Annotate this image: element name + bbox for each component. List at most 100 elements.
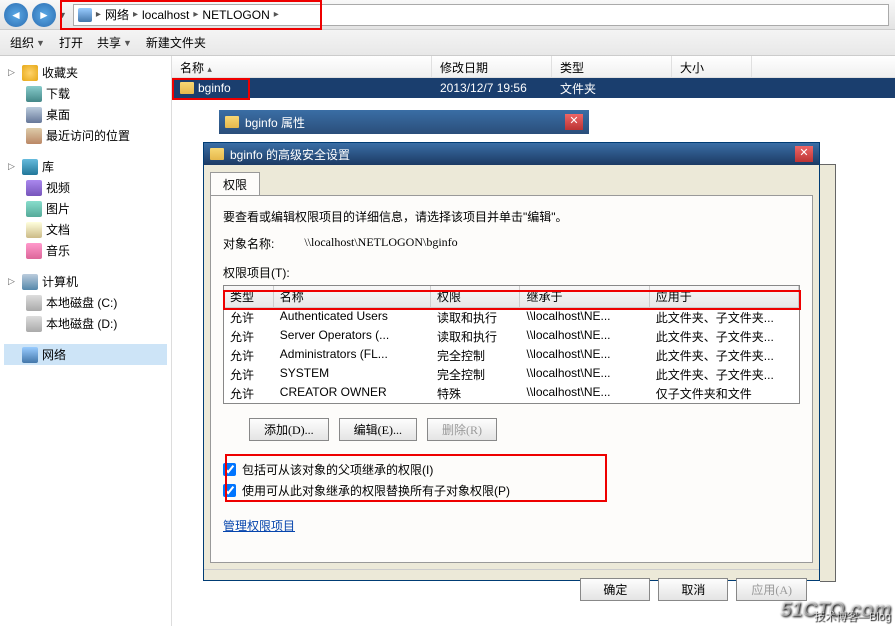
permission-cell: 允许 — [224, 346, 274, 365]
permission-cell: Server Operators (... — [274, 327, 431, 346]
network-icon — [22, 347, 38, 363]
permission-cell: \\localhost\NE... — [520, 365, 649, 384]
edit-button[interactable]: 编辑(E)... — [339, 418, 417, 441]
open-button[interactable]: 打开 — [59, 34, 83, 51]
breadcrumb-seg[interactable]: localhost — [142, 8, 189, 22]
folder-icon — [210, 148, 224, 160]
dialog-footer: 确定 取消 应用(A) — [204, 569, 819, 609]
desktop-icon — [26, 107, 42, 123]
col-date[interactable]: 修改日期 — [432, 56, 552, 77]
checkbox-inherit[interactable] — [223, 463, 236, 476]
dialog-body: 要查看或编辑权限项目的详细信息，请选择该项目并单击"编辑"。 对象名称: \\l… — [210, 195, 813, 563]
permission-cell: 完全控制 — [431, 365, 521, 384]
permission-cell: Authenticated Users — [274, 308, 431, 327]
add-button[interactable]: 添加(D)... — [249, 418, 329, 441]
titlebar[interactable]: bginfo 的高级安全设置 ✕ — [204, 143, 819, 165]
permission-cell: 特殊 — [431, 384, 521, 403]
permission-cell: 允许 — [224, 327, 274, 346]
nav-tree: ▷收藏夹 下载 桌面 最近访问的位置 ▷库 视频 图片 文档 音乐 ▷计算机 本… — [0, 56, 172, 626]
nav-desktop[interactable]: 桌面 — [4, 104, 167, 125]
star-icon — [22, 65, 38, 81]
folder-icon — [225, 116, 239, 128]
permission-cell: 仅子文件夹和文件 — [650, 384, 799, 403]
close-button[interactable]: ✕ — [795, 146, 813, 162]
tab-strip: 权限 — [204, 165, 819, 195]
nav-favorites[interactable]: ▷收藏夹 — [4, 62, 167, 83]
video-icon — [26, 180, 42, 196]
permission-cell: 读取和执行 — [431, 327, 521, 346]
permission-cell: 允许 — [224, 365, 274, 384]
address-bar[interactable]: ▸ 网络 ▸ localhost ▸ NETLOGON ▸ — [73, 4, 889, 26]
breadcrumb-seg[interactable]: 网络 — [105, 6, 129, 23]
permission-row[interactable]: 允许Authenticated Users读取和执行\\localhost\NE… — [224, 308, 799, 327]
col-applies[interactable]: 应用于 — [650, 286, 799, 307]
permission-row[interactable]: 允许Server Operators (...读取和执行\\localhost\… — [224, 327, 799, 346]
music-icon — [26, 243, 42, 259]
cancel-button[interactable]: 取消 — [658, 578, 728, 601]
permission-cell: \\localhost\NE... — [520, 384, 649, 403]
nav-libraries[interactable]: ▷库 — [4, 156, 167, 177]
permission-cell: 此文件夹、子文件夹... — [650, 308, 799, 327]
nav-disk-d[interactable]: 本地磁盘 (D:) — [4, 313, 167, 334]
picture-icon — [26, 201, 42, 217]
nav-documents[interactable]: 文档 — [4, 219, 167, 240]
ok-button[interactable]: 确定 — [580, 578, 650, 601]
document-icon — [26, 222, 42, 238]
permission-cell: Administrators (FL... — [274, 346, 431, 365]
explorer-toolbar: 组织▼ 打开 共享▼ 新建文件夹 — [0, 30, 895, 56]
file-row-selected[interactable]: bginfo 2013/12/7 19:56 文件夹 — [172, 78, 895, 98]
nav-pictures[interactable]: 图片 — [4, 198, 167, 219]
col-inherited[interactable]: 继承于 — [520, 286, 649, 307]
disk-icon — [26, 295, 42, 311]
recent-icon — [26, 128, 42, 144]
intro-text: 要查看或编辑权限项目的详细信息，请选择该项目并单击"编辑"。 — [223, 208, 800, 225]
nav-videos[interactable]: 视频 — [4, 177, 167, 198]
inherit-checkbox[interactable]: 包括可从该对象的父项继承的权限(I) — [223, 461, 800, 478]
nav-recent[interactable]: 最近访问的位置 — [4, 125, 167, 146]
permission-row[interactable]: 允许SYSTEM完全控制\\localhost\NE...此文件夹、子文件夹..… — [224, 365, 799, 384]
properties-dialog: bginfo 属性 ✕ — [219, 110, 589, 140]
breadcrumb-seg[interactable]: NETLOGON — [202, 8, 269, 22]
delete-button[interactable]: 删除(R) — [427, 418, 497, 441]
permission-row[interactable]: 允许CREATOR OWNER特殊\\localhost\NE...仅子文件夹和… — [224, 384, 799, 403]
permissions-table: 类型 名称 权限 继承于 应用于 允许Authenticated Users读取… — [223, 285, 800, 404]
permission-items-label: 权限项目(T): — [223, 264, 800, 281]
permission-cell: SYSTEM — [274, 365, 431, 384]
col-name[interactable]: 名称 — [274, 286, 431, 307]
organize-menu[interactable]: 组织▼ — [10, 34, 45, 51]
nav-music[interactable]: 音乐 — [4, 240, 167, 261]
permission-cell: 此文件夹、子文件夹... — [650, 327, 799, 346]
permission-cell: 此文件夹、子文件夹... — [650, 346, 799, 365]
history-dropdown-icon[interactable]: ▼ — [58, 10, 67, 20]
col-permission[interactable]: 权限 — [431, 286, 521, 307]
titlebar[interactable]: bginfo 属性 ✕ — [219, 110, 589, 134]
nav-network[interactable]: 网络 — [4, 344, 167, 365]
disk-icon — [26, 316, 42, 332]
background-dialog-edge — [820, 164, 836, 582]
forward-button[interactable]: ► — [32, 3, 56, 27]
share-menu[interactable]: 共享▼ — [97, 34, 132, 51]
manage-permissions-link[interactable]: 管理权限项目 — [223, 517, 295, 534]
col-name[interactable]: 名称 ▴ — [172, 56, 432, 77]
object-name-label: 对象名称: — [223, 235, 274, 252]
back-button[interactable]: ◄ — [4, 3, 28, 27]
nav-disk-c[interactable]: 本地磁盘 (C:) — [4, 292, 167, 313]
checkbox-replace[interactable] — [223, 484, 236, 497]
permission-cell: 此文件夹、子文件夹... — [650, 365, 799, 384]
permission-row[interactable]: 允许Administrators (FL...完全控制\\localhost\N… — [224, 346, 799, 365]
col-size[interactable]: 大小 — [672, 56, 752, 77]
replace-checkbox[interactable]: 使用可从此对象继承的权限替换所有子对象权限(P) — [223, 482, 800, 499]
permission-cell: 完全控制 — [431, 346, 521, 365]
col-type[interactable]: 类型 — [552, 56, 672, 77]
computer-icon — [22, 274, 38, 290]
col-type[interactable]: 类型 — [224, 286, 274, 307]
apply-button[interactable]: 应用(A) — [736, 578, 807, 601]
dialog-title: bginfo 属性 — [245, 114, 305, 131]
permission-cell: 读取和执行 — [431, 308, 521, 327]
nav-downloads[interactable]: 下载 — [4, 83, 167, 104]
column-headers: 名称 ▴ 修改日期 类型 大小 — [172, 56, 895, 78]
tab-permissions[interactable]: 权限 — [210, 172, 260, 196]
close-button[interactable]: ✕ — [565, 114, 583, 130]
nav-computer[interactable]: ▷计算机 — [4, 271, 167, 292]
new-folder-button[interactable]: 新建文件夹 — [146, 34, 206, 51]
